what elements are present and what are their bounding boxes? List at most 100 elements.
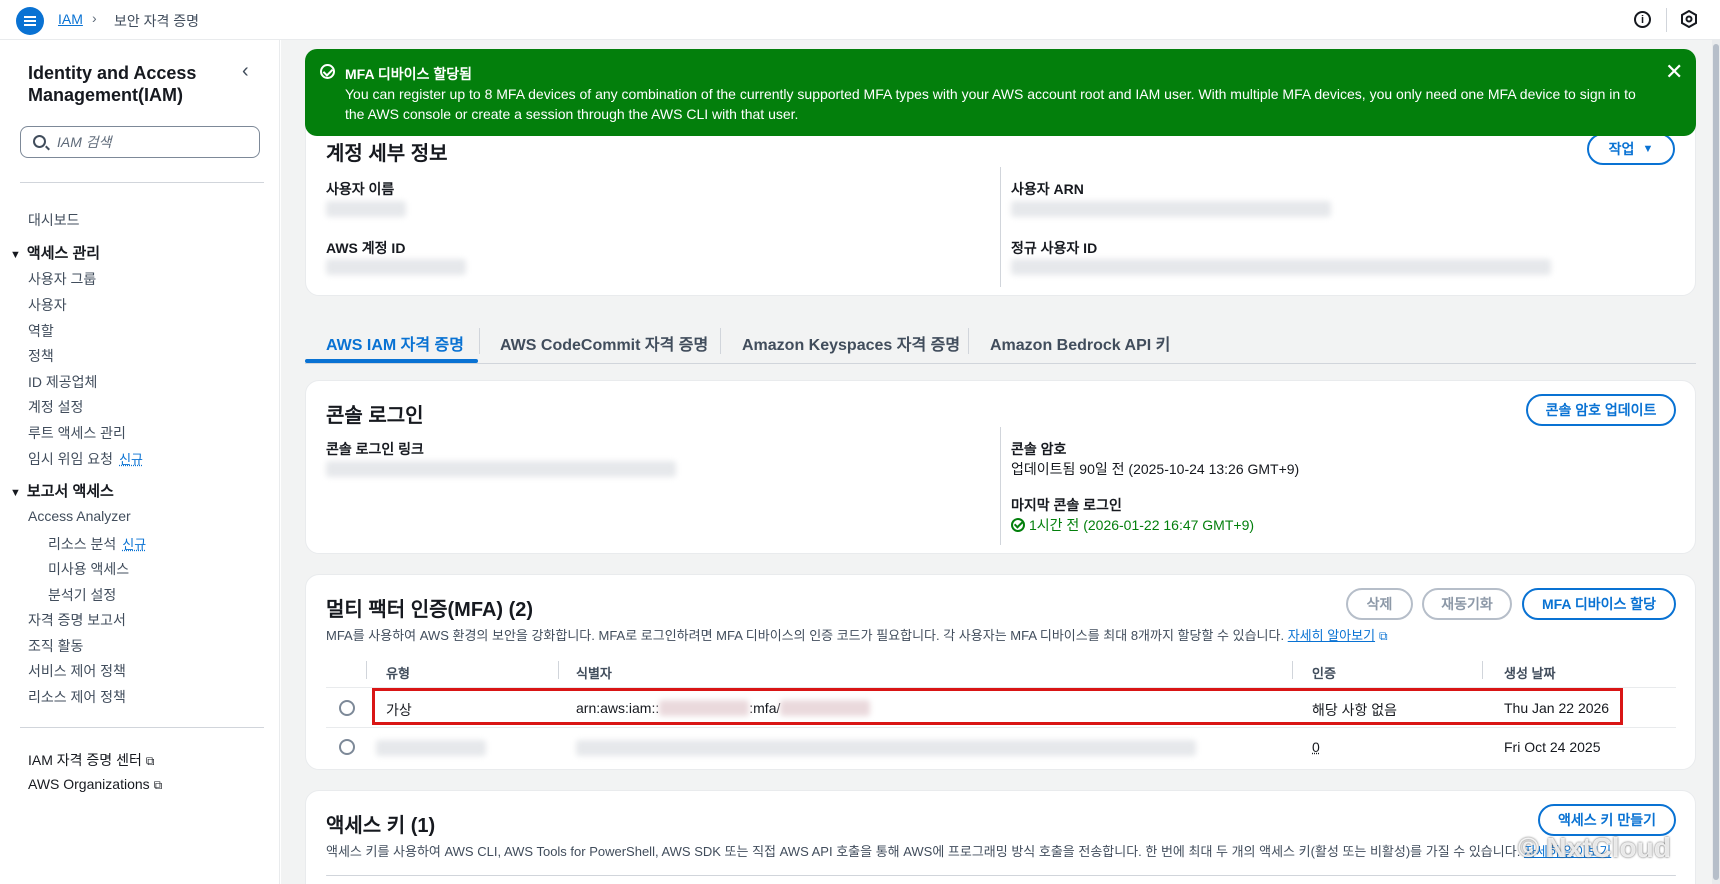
settings-icon[interactable] [1680,10,1698,28]
account-details-title: 계정 세부 정보 [326,143,448,165]
external-link-icon: ⧉ [153,778,163,792]
sidebar-item-unused-access[interactable]: 미사용 액세스 [48,559,129,579]
divider [326,727,1676,728]
info-icon[interactable]: i [1634,11,1651,28]
redacted-value [326,259,466,275]
breadcrumb-current: 보안 자격 증명 [114,13,200,29]
sidebar-item-org-activity[interactable]: 조직 활동 [28,636,83,656]
divider [1000,427,1001,545]
console-signin-link-label: 콘솔 로그인 링크 [326,441,424,457]
close-icon[interactable]: ✕ [1665,59,1683,85]
sidebar-item-root-access[interactable]: 루트 액세스 관리 [28,423,126,443]
scrollbar[interactable] [1712,40,1720,884]
sidebar-item-policies[interactable]: 정책 [28,346,54,366]
access-keys-table [326,875,1676,876]
mfa-description: MFA를 사용하여 AWS 환경의 보안을 강화합니다. MFA로 로그인하려면… [326,628,1388,643]
user-arn-label: 사용자 ARN [1011,181,1084,197]
access-keys-title: 액세스 키 (1) [326,815,436,837]
divider [20,182,264,183]
external-link-icon: ⧉ [1379,629,1388,643]
redacted-value [326,201,406,217]
resync-button[interactable]: 재동기화 [1422,588,1512,620]
account-id-label: AWS 계정 ID [326,240,406,256]
divider [968,328,969,354]
redacted-value [326,461,676,477]
sidebar-item-scp[interactable]: 서비스 제어 정책 [28,661,126,681]
caret-down-icon: ▼ [10,249,21,261]
menu-icon[interactable] [16,7,44,35]
new-badge: 신규 [122,537,147,552]
last-signin-value: 1시간 전 (2026-01-22 16:47 GMT+9) [1011,515,1254,535]
column-header-type[interactable]: 유형 [386,663,410,682]
mfa-card: 멀티 팩터 인증(MFA) (2) 삭제 재동기화 MFA 디바이스 할당 MF… [305,574,1696,770]
tab-iam-credentials[interactable]: AWS IAM 자격 증명 [326,331,464,355]
caret-down-icon: ▼ [10,487,21,499]
sidebar-item-analyzer-settings[interactable]: 분석기 설정 [48,585,116,605]
sidebar: Identity and Access Management(IAM) ‹ 대시… [0,40,280,884]
console-signin-card: 콘솔 로그인 콘솔 암호 업데이트 콘솔 로그인 링크 콘솔 암호 업데이트됨 … [305,380,1696,554]
actions-button[interactable]: 작업 ▼ [1587,133,1675,165]
sidebar-item-identity-providers[interactable]: ID 제공업체 [28,372,97,392]
canonical-id-label: 정규 사용자 ID [1011,240,1098,256]
assign-mfa-device-button[interactable]: MFA 디바이스 할당 [1522,588,1676,620]
console-password-value: 업데이트됨 90일 전 (2025-10-24 13:26 GMT+9) [1011,461,1300,477]
divider [479,328,480,354]
column-header-identifier[interactable]: 식별자 [576,663,612,682]
divider [1000,167,1001,287]
console-password-label: 콘솔 암호 [1011,441,1067,457]
learn-more-link[interactable]: 자세히 알아보기 [1288,628,1375,643]
sidebar-title: Identity and Access Management(IAM) [28,63,197,105]
update-console-password-button[interactable]: 콘솔 암호 업데이트 [1526,394,1676,426]
sidebar-item-temp-delegation[interactable]: 임시 위임 요청 신규 [28,449,143,469]
mfa-auth-cell[interactable]: 0 [1312,739,1320,755]
caret-down-icon: ▼ [1642,143,1654,155]
sidebar-item-users[interactable]: 사용자 [28,295,67,315]
tab-keyspaces[interactable]: Amazon Keyspaces 자격 증명 [742,331,960,355]
credential-tabs: AWS IAM 자격 증명 AWS CodeCommit 자격 증명 Amazo… [305,320,1696,364]
last-signin-label: 마지막 콘솔 로그인 [1011,497,1122,513]
tab-bedrock-api-keys[interactable]: Amazon Bedrock API 키 [990,331,1170,355]
divider [1666,8,1667,32]
collapse-sidebar-icon[interactable]: ‹ [242,60,249,83]
redacted-value [576,740,1196,756]
success-icon [1011,518,1025,532]
sidebar-section-report-access[interactable]: ▼ 보고서 액세스 [10,480,114,501]
top-navigation-bar: IAM › 보안 자격 증명 i [0,0,1720,40]
sidebar-search-input[interactable] [57,132,247,152]
sidebar-item-user-groups[interactable]: 사용자 그룹 [28,269,96,289]
sidebar-search[interactable] [20,126,260,158]
redacted-value [1011,259,1551,275]
sidebar-item-credential-report[interactable]: 자격 증명 보고서 [28,610,126,630]
row-select-radio[interactable] [339,700,355,716]
sidebar-item-access-analyzer[interactable]: Access Analyzer [28,508,131,524]
tab-codecommit[interactable]: AWS CodeCommit 자격 증명 [500,331,708,355]
sidebar-item-dashboard[interactable]: 대시보드 [28,210,80,230]
divider [720,328,721,354]
column-header-auth[interactable]: 인증 [1312,663,1336,682]
active-tab-indicator [305,359,478,363]
sidebar-link-organizations[interactable]: AWS Organizations ⧉ [28,776,162,793]
redacted-value [1011,201,1331,217]
account-details-card: 계정 세부 정보 작업 ▼ 사용자 이름 AWS 계정 ID 사용자 ARN 정규… [305,110,1696,296]
search-icon [33,135,46,148]
divider [366,661,367,679]
sidebar-item-account-settings[interactable]: 계정 설정 [28,397,83,417]
column-header-created[interactable]: 생성 날짜 [1504,663,1555,682]
breadcrumb-iam[interactable]: IAM [58,11,83,27]
scrollbar-thumb[interactable] [1713,44,1719,880]
divider [1482,661,1483,679]
row-select-radio[interactable] [339,739,355,755]
sidebar-item-resource-analysis[interactable]: 리소스 분석 신규 [48,534,146,554]
breadcrumb-chevron-icon: › [92,10,97,26]
sidebar-item-rcp[interactable]: 리소스 제어 정책 [28,687,126,707]
console-signin-title: 콘솔 로그인 [326,405,424,427]
redacted-value [376,740,486,756]
delete-button[interactable]: 삭제 [1346,588,1413,620]
external-link-icon: ⧉ [145,754,155,768]
sidebar-section-access-management[interactable]: ▼ 액세스 관리 [10,242,100,263]
user-name-label: 사용자 이름 [326,181,395,197]
highlight-box [372,688,1623,725]
sidebar-link-identity-center[interactable]: IAM 자격 증명 센터 ⧉ [28,750,154,770]
mfa-created-cell: Fri Oct 24 2025 [1504,739,1601,755]
sidebar-item-roles[interactable]: 역할 [28,321,54,341]
